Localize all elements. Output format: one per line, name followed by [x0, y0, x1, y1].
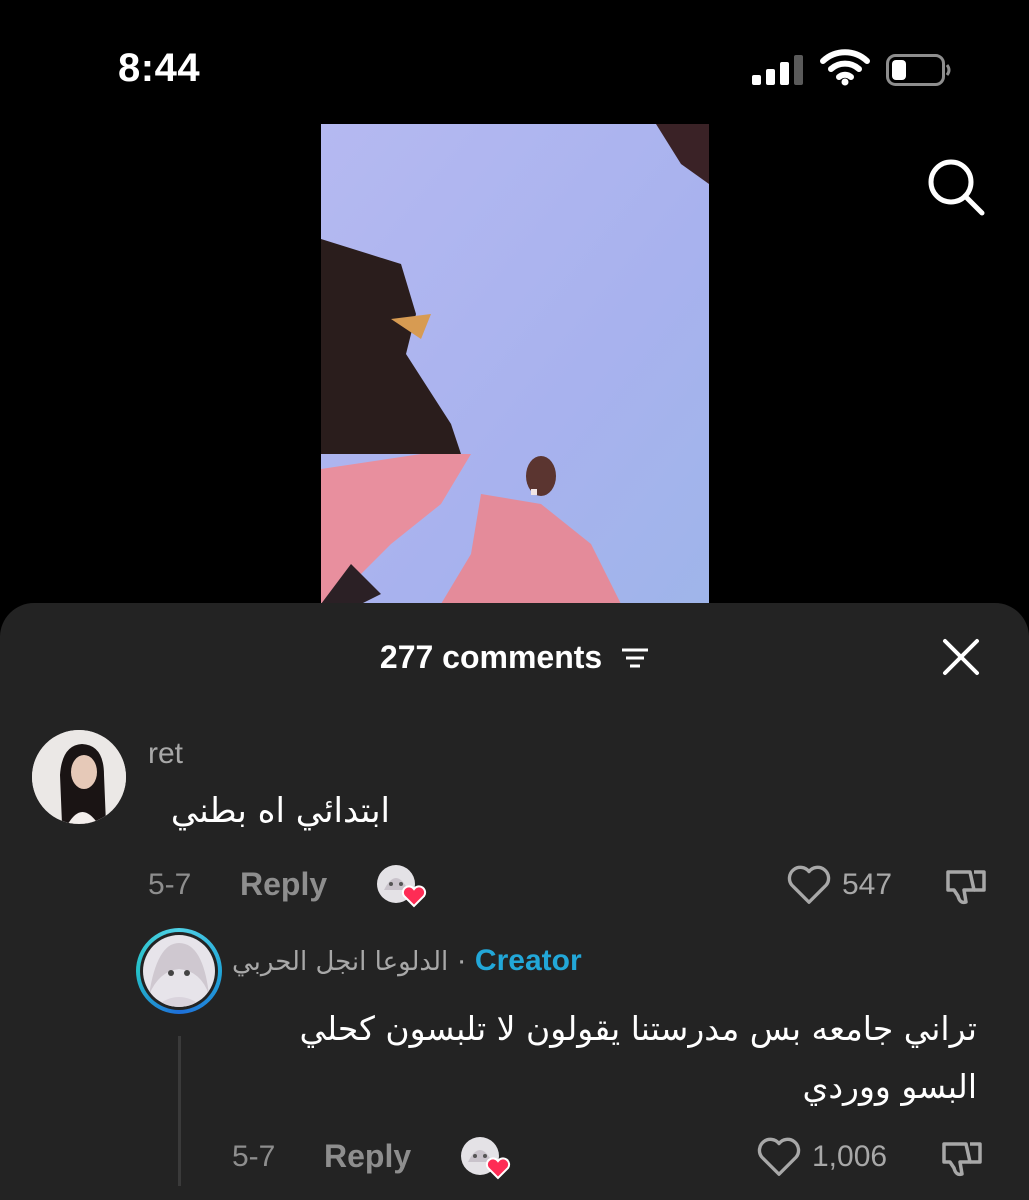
dislike-icon[interactable] — [940, 1136, 984, 1180]
signal-icon — [752, 55, 806, 85]
creator-badge: Creator — [474, 944, 582, 977]
video-player[interactable] — [321, 124, 709, 604]
avatar[interactable] — [32, 730, 126, 824]
creator-liked-heart-icon — [376, 862, 428, 910]
status-time: 8:44 — [118, 46, 201, 90]
dislike-icon[interactable] — [944, 864, 988, 908]
video-frame — [321, 124, 709, 604]
reply-button[interactable]: Reply — [324, 1138, 411, 1175]
like-count: 547 — [842, 868, 893, 901]
like-count: 1,006 — [812, 1140, 888, 1173]
reply-button[interactable]: Reply — [240, 866, 327, 903]
creator-username-row: الدلوعا انجل الحربي · Creator — [232, 944, 582, 978]
heart-outline-icon[interactable] — [756, 1136, 802, 1178]
heart-outline-icon[interactable] — [786, 864, 832, 906]
comment-text: تراني جامعه بس مدرستنا يقولون لا تلبسون … — [299, 1009, 977, 1106]
comments-count: 277 comments — [379, 639, 603, 676]
comment-date: 5-7 — [148, 868, 192, 901]
creator-liked-heart-icon — [460, 1134, 512, 1182]
close-icon[interactable] — [941, 637, 981, 677]
thread-line — [178, 1036, 181, 1186]
comment-username[interactable]: الدلوعا انجل الحربي — [232, 947, 448, 977]
wifi-icon — [820, 49, 870, 86]
comment-date: 5-7 — [232, 1140, 276, 1173]
comment-username[interactable]: ret — [148, 737, 183, 771]
search-icon[interactable] — [924, 155, 988, 219]
comment-text: ابتدائي اه بطني — [170, 791, 390, 831]
comments-header: 277 comments — [0, 637, 1029, 677]
creator-avatar[interactable] — [136, 928, 222, 1014]
battery-icon — [886, 54, 951, 86]
separator: · — [456, 944, 467, 977]
sort-icon[interactable] — [621, 647, 649, 669]
